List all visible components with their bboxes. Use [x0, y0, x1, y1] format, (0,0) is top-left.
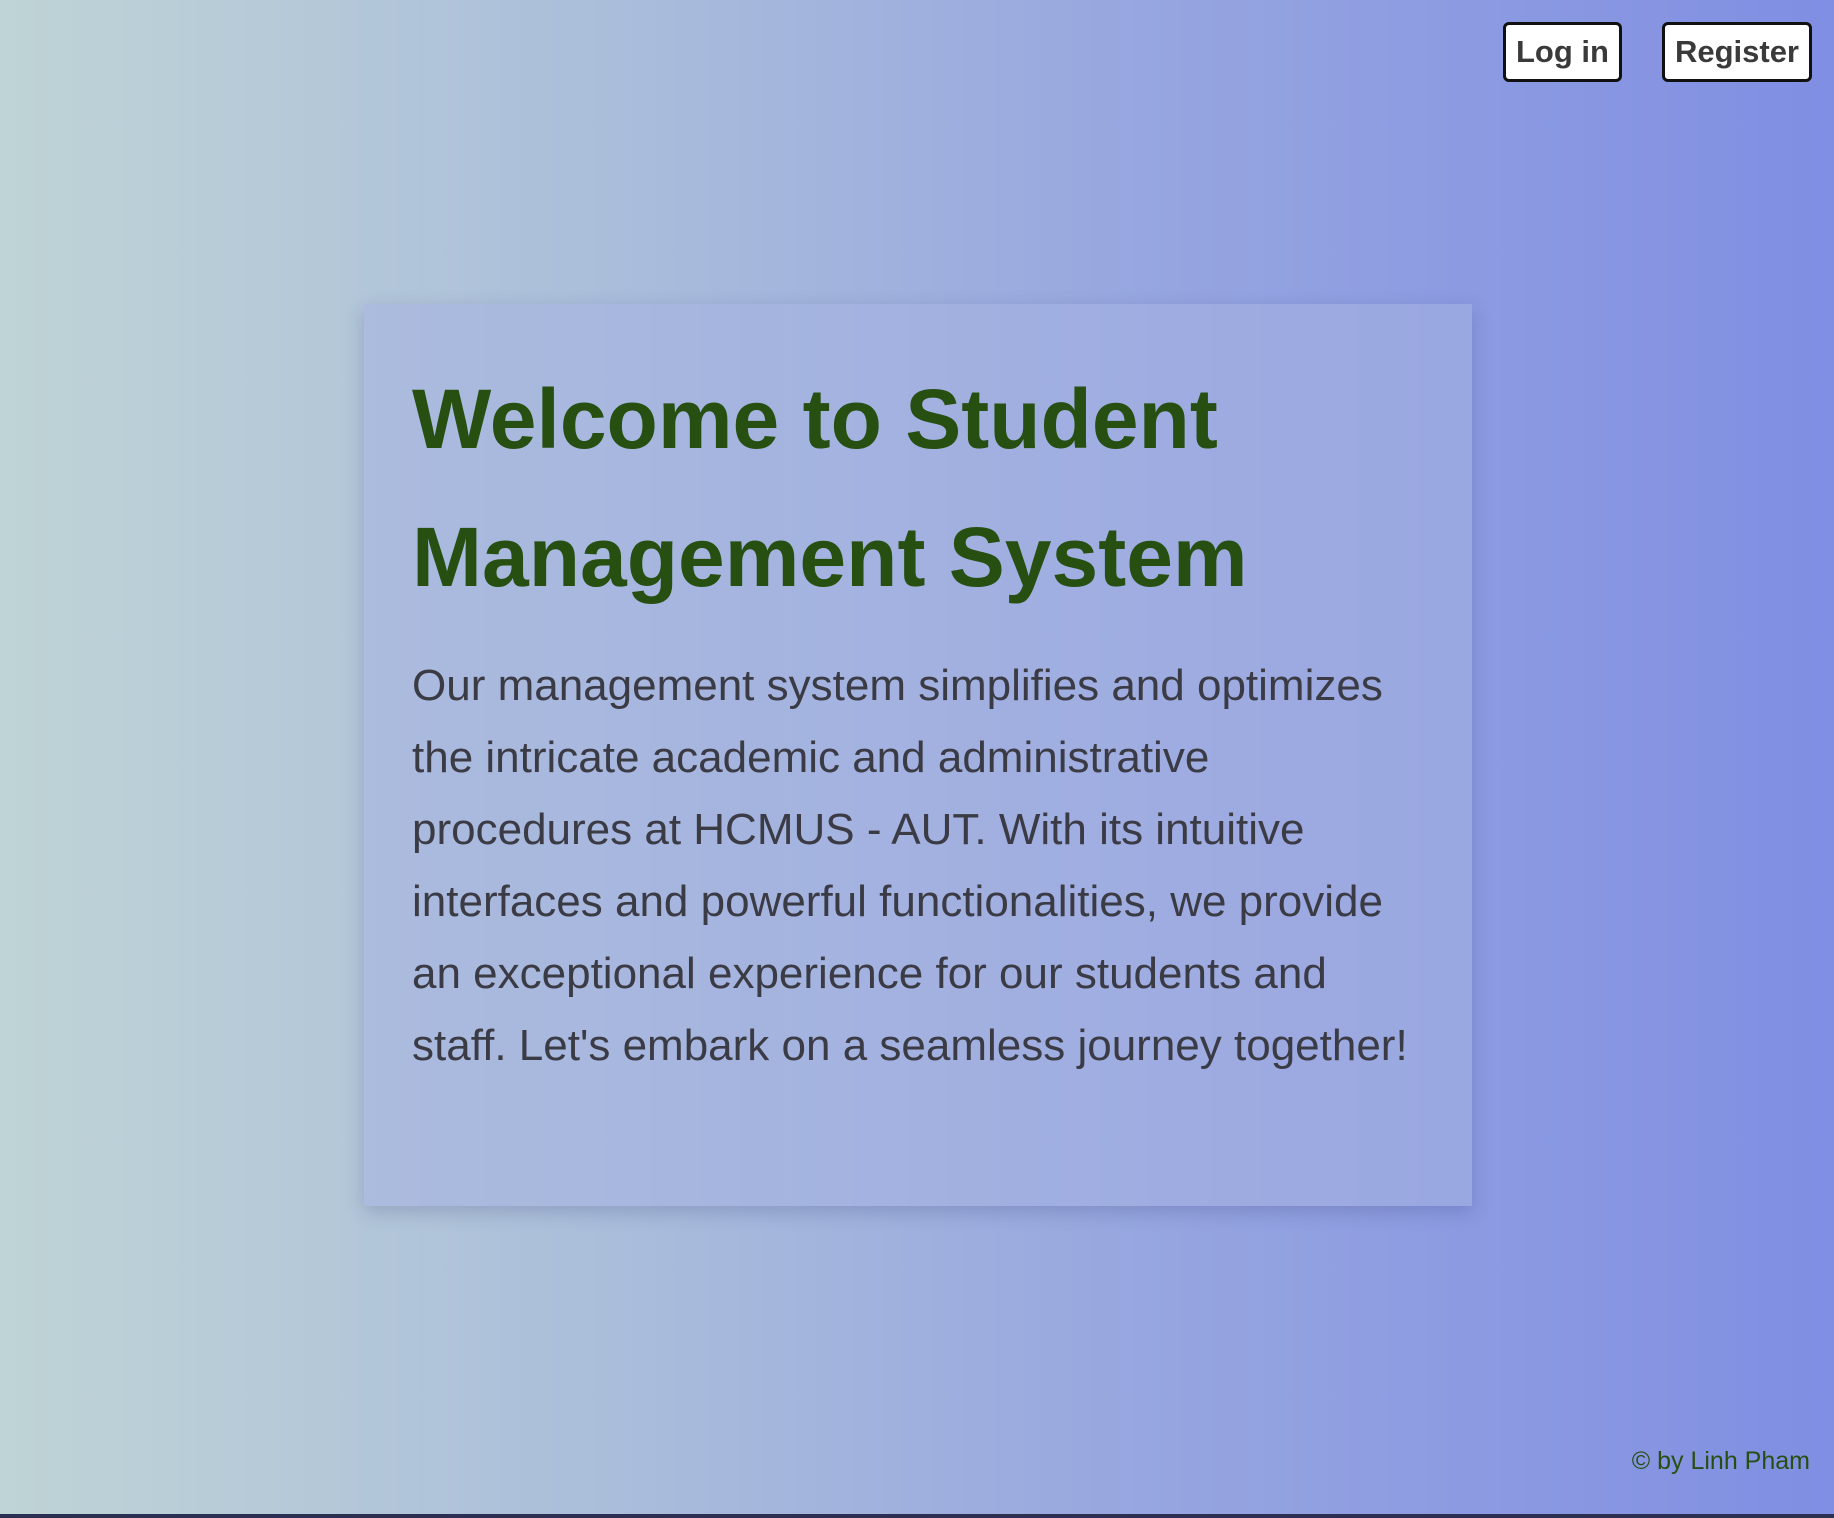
register-button[interactable]: Register — [1661, 22, 1812, 82]
login-button[interactable]: Log in — [1502, 22, 1622, 82]
description-text: Our management system simplifies and opt… — [412, 661, 1408, 1070]
footer-credit: © by Linh Pham — [1631, 1447, 1810, 1475]
page-title: Welcome to Student Management System — [412, 372, 1248, 604]
top-nav: Log in Register — [1502, 22, 1812, 82]
welcome-card: Welcome to Student Management System Our… — [364, 304, 1472, 1206]
bottom-divider — [0, 1514, 1834, 1518]
